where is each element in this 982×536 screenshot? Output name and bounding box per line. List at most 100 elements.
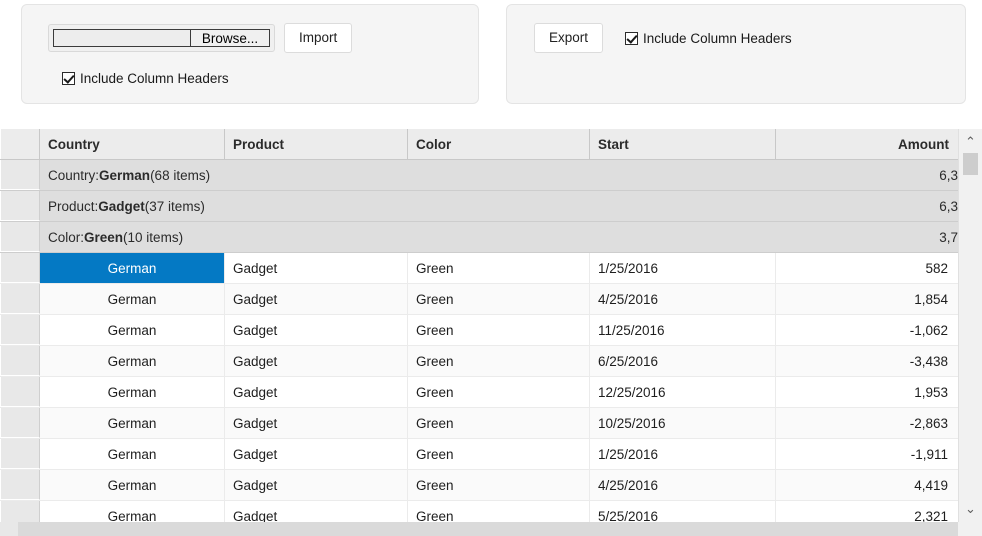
grid-header-row: Country Product Color Start Amount — [0, 129, 982, 160]
cell-product[interactable]: Gadget — [225, 439, 408, 469]
row-indicator-cell[interactable] — [0, 439, 40, 469]
cell-country[interactable]: German — [40, 408, 225, 438]
grid-group-row[interactable]: Color: Green (10 items) 3,726 — [0, 222, 982, 253]
cell-country[interactable]: German — [40, 377, 225, 407]
import-button[interactable]: Import — [284, 23, 353, 53]
cell-color[interactable]: Green — [408, 470, 590, 500]
row-indicator-cell[interactable] — [0, 470, 40, 500]
grid-data-row[interactable]: German Gadget Green 10/25/2016 -2,863 — [0, 408, 982, 439]
row-indicator-cell — [0, 160, 40, 190]
export-include-column-headers-checkbox[interactable]: Include Column Headers — [625, 31, 792, 46]
row-indicator-cell[interactable] — [0, 408, 40, 438]
horizontal-scrollbar[interactable] — [0, 522, 982, 536]
cell-country[interactable]: German — [40, 346, 225, 376]
export-controls-row: Export Include Column Headers — [534, 23, 792, 53]
cell-country[interactable]: German — [40, 470, 225, 500]
cell-amount[interactable]: -1,911 — [776, 439, 957, 469]
cell-start[interactable]: 6/25/2016 — [590, 346, 776, 376]
row-indicator-cell — [0, 191, 40, 221]
import-controls-row: Browse... Import — [48, 23, 353, 53]
cell-start[interactable]: 4/25/2016 — [590, 284, 776, 314]
scroll-down-arrow-icon[interactable]: ⌄ — [959, 499, 982, 519]
import-panel: Browse... Import Include Column Headers — [21, 4, 479, 104]
cell-start[interactable]: 12/25/2016 — [590, 377, 776, 407]
vertical-scrollbar[interactable]: ⌃ ⌄ — [958, 129, 982, 536]
column-header-start[interactable]: Start — [590, 129, 776, 159]
column-header-product[interactable]: Product — [225, 129, 408, 159]
export-include-column-headers-label: Include Column Headers — [643, 30, 792, 46]
cell-product[interactable]: Gadget — [225, 408, 408, 438]
horizontal-scrollbar-track[interactable] — [18, 522, 958, 536]
grid-data-row[interactable]: German Gadget Green 6/25/2016 -3,438 — [0, 346, 982, 377]
grid-data-row[interactable]: German Gadget Green 4/25/2016 4,419 — [0, 470, 982, 501]
row-indicator-cell[interactable] — [0, 315, 40, 345]
file-path-input[interactable] — [53, 29, 190, 47]
row-indicator-header-cell — [0, 129, 40, 159]
cell-amount[interactable]: -2,863 — [776, 408, 957, 438]
cell-start[interactable]: 11/25/2016 — [590, 315, 776, 345]
cell-amount[interactable]: -3,438 — [776, 346, 957, 376]
cell-color[interactable]: Green — [408, 346, 590, 376]
cell-country[interactable]: German — [40, 253, 225, 283]
toolbar-panels: Browse... Import Include Column Headers … — [0, 0, 982, 128]
grid-data-row[interactable]: German Gadget Green 12/25/2016 1,953 — [0, 377, 982, 408]
cell-product[interactable]: Gadget — [225, 284, 408, 314]
cell-start[interactable]: 4/25/2016 — [590, 470, 776, 500]
import-include-column-headers-checkbox[interactable]: Include Column Headers — [62, 71, 229, 86]
row-indicator-cell[interactable] — [0, 253, 40, 283]
group-amount-total: 3,726 — [939, 229, 973, 245]
export-panel: Export Include Column Headers — [506, 4, 966, 104]
scrollbar-corner — [0, 522, 18, 536]
group-field-name: Country: — [48, 167, 100, 183]
vertical-scrollbar-thumb[interactable] — [963, 153, 978, 175]
cell-color[interactable]: Green — [408, 284, 590, 314]
cell-amount[interactable]: 4,419 — [776, 470, 957, 500]
cell-amount[interactable]: -1,062 — [776, 315, 957, 345]
file-upload-control[interactable]: Browse... — [48, 24, 275, 52]
row-indicator-cell[interactable] — [0, 284, 40, 314]
cell-start[interactable]: 1/25/2016 — [590, 439, 776, 469]
row-indicator-cell[interactable] — [0, 377, 40, 407]
cell-country[interactable]: German — [40, 439, 225, 469]
cell-amount[interactable]: 1,953 — [776, 377, 957, 407]
group-field-value: Gadget — [98, 198, 145, 214]
grid-data-row[interactable]: German Gadget Green 11/25/2016 -1,062 — [0, 315, 982, 346]
column-header-country[interactable]: Country — [40, 129, 225, 159]
cell-amount[interactable]: 582 — [776, 253, 957, 283]
cell-product[interactable]: Gadget — [225, 377, 408, 407]
cell-color[interactable]: Green — [408, 377, 590, 407]
cell-product[interactable]: Gadget — [225, 470, 408, 500]
group-label: Country: German (68 items) — [40, 160, 792, 190]
data-grid[interactable]: Country Product Color Start Amount Count… — [0, 128, 982, 536]
column-header-amount[interactable]: Amount — [776, 129, 957, 159]
group-field-value: Green — [84, 229, 124, 245]
grid-group-row[interactable]: Product: Gadget (37 items) 6,372 — [0, 191, 982, 222]
checkbox-checked-icon[interactable] — [625, 31, 639, 45]
cell-country[interactable]: German — [40, 284, 225, 314]
browse-button[interactable]: Browse... — [190, 29, 270, 47]
cell-color[interactable]: Green — [408, 439, 590, 469]
cell-color[interactable]: Green — [408, 408, 590, 438]
grid-group-row[interactable]: Country: German (68 items) 6,323 — [0, 160, 982, 191]
grid-data-row[interactable]: German Gadget Green 1/25/2016 -1,911 — [0, 439, 982, 470]
cell-start[interactable]: 1/25/2016 — [590, 253, 776, 283]
grid-data-row[interactable]: German Gadget Green 1/25/2016 582 — [0, 253, 982, 284]
cell-amount[interactable]: 1,854 — [776, 284, 957, 314]
cell-start[interactable]: 10/25/2016 — [590, 408, 776, 438]
cell-color[interactable]: Green — [408, 315, 590, 345]
cell-product[interactable]: Gadget — [225, 253, 408, 283]
cell-color[interactable]: Green — [408, 253, 590, 283]
group-amount-total: 6,323 — [939, 167, 973, 183]
row-indicator-cell[interactable] — [0, 346, 40, 376]
column-header-color[interactable]: Color — [408, 129, 590, 159]
grid-body: Country: German (68 items) 6,323 Product: … — [0, 160, 982, 536]
group-item-count: (37 items) — [144, 198, 205, 214]
group-field-name: Color: — [48, 229, 85, 245]
cell-country[interactable]: German — [40, 315, 225, 345]
cell-product[interactable]: Gadget — [225, 315, 408, 345]
checkbox-checked-icon[interactable] — [62, 72, 75, 85]
grid-data-row[interactable]: German Gadget Green 4/25/2016 1,854 — [0, 284, 982, 315]
scroll-up-arrow-icon[interactable]: ⌃ — [959, 132, 982, 152]
export-button[interactable]: Export — [534, 23, 604, 53]
cell-product[interactable]: Gadget — [225, 346, 408, 376]
